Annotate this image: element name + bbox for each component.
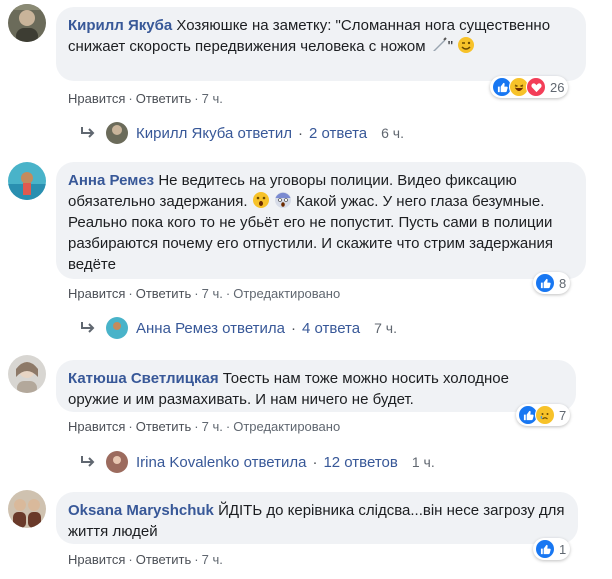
wink-emoji-icon	[457, 36, 475, 54]
reply-author[interactable]: Анна Ремез ответила	[136, 320, 285, 337]
reaction-summary[interactable]: 7	[516, 404, 571, 426]
comment-bubble: Анна Ремез Не ведитесь на уговоры полици…	[56, 162, 586, 279]
love-icon	[526, 77, 546, 97]
like-button[interactable]: Нравится	[68, 419, 125, 434]
comment-time[interactable]: 7 ч.	[202, 91, 223, 106]
comment-author[interactable]: Катюша Светлицкая	[68, 370, 219, 387]
reply-time: 1 ч.	[411, 454, 435, 470]
view-replies-link[interactable]: Анна Ремез ответила · 4 ответа 7 ч.	[80, 317, 397, 339]
comment-bubble: Oksana Maryshchuk ЙДІТЬ до керівника слі…	[56, 492, 578, 544]
reply-count[interactable]: 2 ответа	[309, 125, 367, 142]
comment-actions: Нравится · Ответить · 7 ч.	[68, 91, 223, 106]
sad-icon	[535, 405, 555, 425]
reply-arrow-icon	[81, 322, 95, 333]
avatar	[106, 451, 128, 473]
edited-label[interactable]: Отредактировано	[233, 419, 340, 434]
knife-emoji-icon	[430, 36, 448, 54]
comment-actions: Нравится · Ответить · 7 ч.	[68, 552, 223, 567]
like-button[interactable]: Нравится	[68, 91, 125, 106]
like-button[interactable]: Нравится	[68, 552, 125, 567]
comment-actions: Нравится · Ответить · 7 ч. · Отредактировано	[68, 286, 341, 301]
like-button[interactable]: Нравится	[68, 286, 125, 301]
astonished-emoji-icon	[252, 191, 270, 209]
avatar[interactable]	[8, 162, 46, 200]
comment-time[interactable]: 7 ч.	[202, 286, 223, 301]
comment-time[interactable]: 7 ч.	[202, 552, 223, 567]
like-icon	[535, 273, 555, 293]
view-replies-link[interactable]: Кирилл Якуба ответил · 2 ответа 6 ч.	[80, 122, 404, 144]
reaction-summary[interactable]: 26	[490, 76, 569, 98]
comment-author[interactable]: Анна Ремез	[68, 172, 154, 189]
reaction-summary[interactable]: 8	[533, 272, 571, 294]
reply-time: 7 ч.	[374, 320, 397, 336]
like-icon	[535, 539, 555, 559]
comment-actions: Нравится · Ответить · 7 ч. · Отредактировано	[68, 419, 341, 434]
avatar[interactable]	[8, 4, 46, 42]
reply-button[interactable]: Ответить	[136, 286, 192, 301]
comment-time[interactable]: 7 ч.	[202, 419, 223, 434]
reply-author[interactable]: Irina Kovalenko ответила	[136, 454, 306, 471]
reaction-summary[interactable]: 1	[533, 538, 571, 560]
reply-arrow-icon	[81, 456, 95, 467]
edited-label[interactable]: Отредактировано	[233, 286, 340, 301]
comment-text-tail: "	[447, 38, 454, 55]
comment-bubble: Кирилл Якуба Хозяюшке на заметку: "Слома…	[56, 7, 586, 81]
reply-time: 6 ч.	[381, 125, 404, 141]
reply-count[interactable]: 4 ответа	[302, 320, 360, 337]
reaction-count: 26	[550, 79, 565, 95]
comment-author[interactable]: Oksana Maryshchuk	[68, 502, 214, 519]
avatar	[106, 317, 128, 339]
reply-button[interactable]: Ответить	[136, 552, 192, 567]
avatar[interactable]	[8, 355, 46, 393]
comment-author[interactable]: Кирилл Якуба	[68, 17, 172, 34]
reply-button[interactable]: Ответить	[136, 419, 192, 434]
view-replies-link[interactable]: Irina Kovalenko ответила · 12 ответов 1 …	[80, 451, 435, 473]
reply-count[interactable]: 12 ответов	[323, 454, 397, 471]
reaction-count: 7	[559, 407, 567, 423]
comment-bubble: Катюша Светлицкая Тоесть нам тоже можно …	[56, 360, 576, 412]
reply-button[interactable]: Ответить	[136, 91, 192, 106]
reply-arrow-icon	[81, 127, 95, 138]
reaction-count: 1	[559, 541, 567, 557]
reaction-count: 8	[559, 275, 567, 291]
scream-emoji-icon	[274, 191, 292, 209]
avatar	[106, 122, 128, 144]
reply-author[interactable]: Кирилл Якуба ответил	[136, 125, 292, 142]
avatar[interactable]	[8, 490, 46, 528]
